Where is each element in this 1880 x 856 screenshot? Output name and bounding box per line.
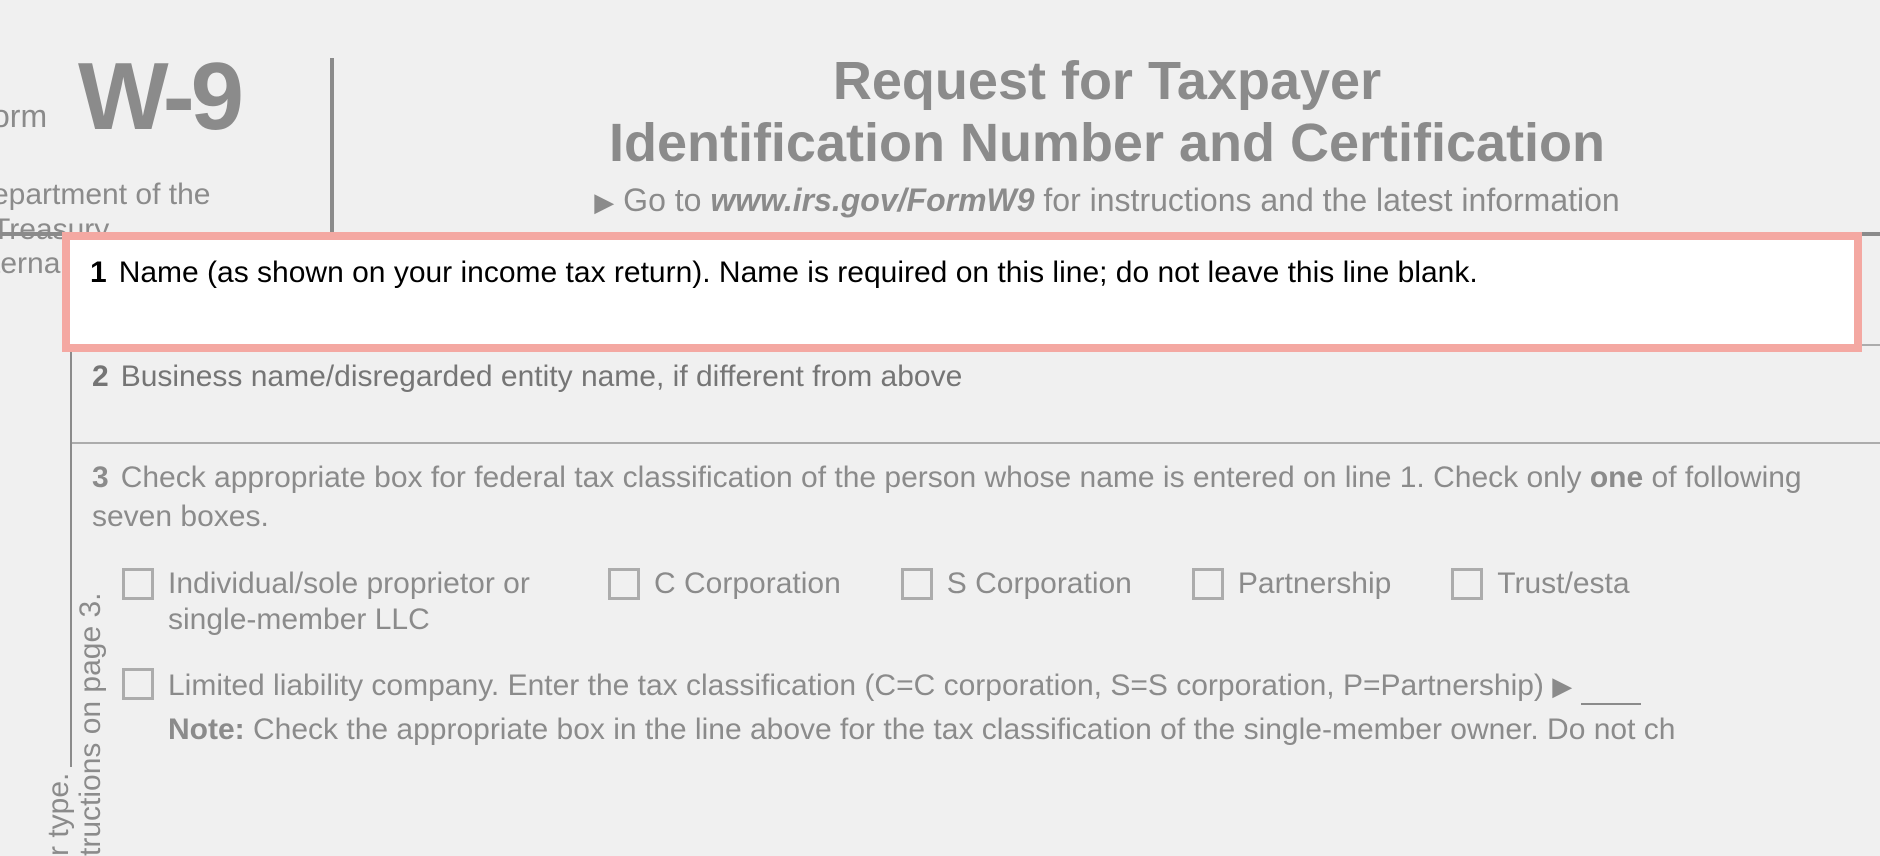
form-title: Request for Taxpayer Identification Numb… — [334, 50, 1880, 174]
llc-classification-input[interactable] — [1581, 703, 1641, 705]
field-line2[interactable]: 2 Business name/disregarded entity name, … — [72, 346, 1880, 444]
form-number-label: W-9 — [78, 42, 240, 152]
line2-number: 2 — [92, 360, 109, 393]
subtitle-suffix: for instructions and the latest informat… — [1035, 182, 1620, 218]
checkbox-box-icon[interactable] — [122, 668, 154, 700]
line3-text-a: Check appropriate box for federal tax cl… — [121, 461, 1590, 494]
line3-text-bold: one — [1590, 461, 1643, 494]
header-left-block: orm W-9 epartment of the Treasury ternal… — [0, 0, 330, 232]
left-margin: r type. tructions on page 3. — [0, 236, 70, 767]
line1-highlight-box[interactable]: 1 Name (as shown on your income tax retur… — [62, 232, 1862, 352]
checkbox-individual[interactable]: Individual/sole proprietor or single-mem… — [122, 566, 548, 638]
checkbox-trust[interactable]: Trust/esta — [1451, 566, 1629, 602]
header-right-block: Request for Taxpayer Identification Numb… — [334, 0, 1880, 232]
checkbox-s-corp-label: S Corporation — [947, 566, 1132, 602]
llc-arrow-icon: ▶ — [1552, 671, 1572, 701]
subtitle-prefix: Go to — [623, 182, 710, 218]
checkbox-llc-row[interactable]: Limited liability company. Enter the tax… — [122, 666, 1860, 705]
checkbox-c-corp[interactable]: C Corporation — [608, 566, 841, 602]
note-text: Check the appropriate box in the line ab… — [245, 713, 1676, 746]
llc-text: Limited liability company. Enter the tax… — [168, 669, 1544, 702]
form-header: orm W-9 epartment of the Treasury ternal… — [0, 0, 1880, 232]
note-label: Note: — [168, 713, 245, 746]
form-prefix-label: orm — [0, 98, 47, 135]
llc-text-block: Limited liability company. Enter the tax… — [168, 666, 1641, 705]
subtitle-arrow-icon: ▶ — [594, 187, 614, 217]
line3-number: 3 — [92, 461, 109, 494]
form-subtitle: ▶ Go to www.irs.gov/FormW9 for instructi… — [334, 182, 1880, 219]
form-title-line2: Identification Number and Certification — [334, 112, 1880, 174]
checkbox-box-icon[interactable] — [122, 568, 154, 600]
field-line3: 3 Check appropriate box for federal tax c… — [72, 444, 1880, 767]
subtitle-url: www.irs.gov/FormW9 — [710, 182, 1034, 218]
checkbox-box-icon[interactable] — [1451, 568, 1483, 600]
checkbox-partnership[interactable]: Partnership — [1192, 566, 1391, 602]
checkbox-box-icon[interactable] — [1192, 568, 1224, 600]
checkbox-s-corp[interactable]: S Corporation — [901, 566, 1132, 602]
checkbox-individual-label: Individual/sole proprietor or single-mem… — [168, 566, 548, 638]
line2-text: Business name/disregarded entity name, i… — [121, 360, 963, 393]
checkbox-box-icon[interactable] — [608, 568, 640, 600]
classification-checkbox-row: Individual/sole proprietor or single-mem… — [122, 566, 1860, 638]
line3-instruction: 3 Check appropriate box for federal tax c… — [92, 458, 1860, 536]
form-title-line1: Request for Taxpayer — [334, 50, 1880, 112]
line1-text-highlight: Name (as shown on your income tax return… — [119, 256, 1478, 289]
checkbox-trust-label: Trust/esta — [1497, 566, 1629, 602]
checkbox-box-icon[interactable] — [901, 568, 933, 600]
llc-note-row: Note: Check the appropriate box in the l… — [168, 713, 1860, 747]
line1-number-highlight: 1 — [90, 256, 107, 289]
w9-form-container: orm W-9 epartment of the Treasury ternal… — [0, 0, 1880, 856]
checkbox-c-corp-label: C Corporation — [654, 566, 841, 602]
checkbox-partnership-label: Partnership — [1238, 566, 1391, 602]
